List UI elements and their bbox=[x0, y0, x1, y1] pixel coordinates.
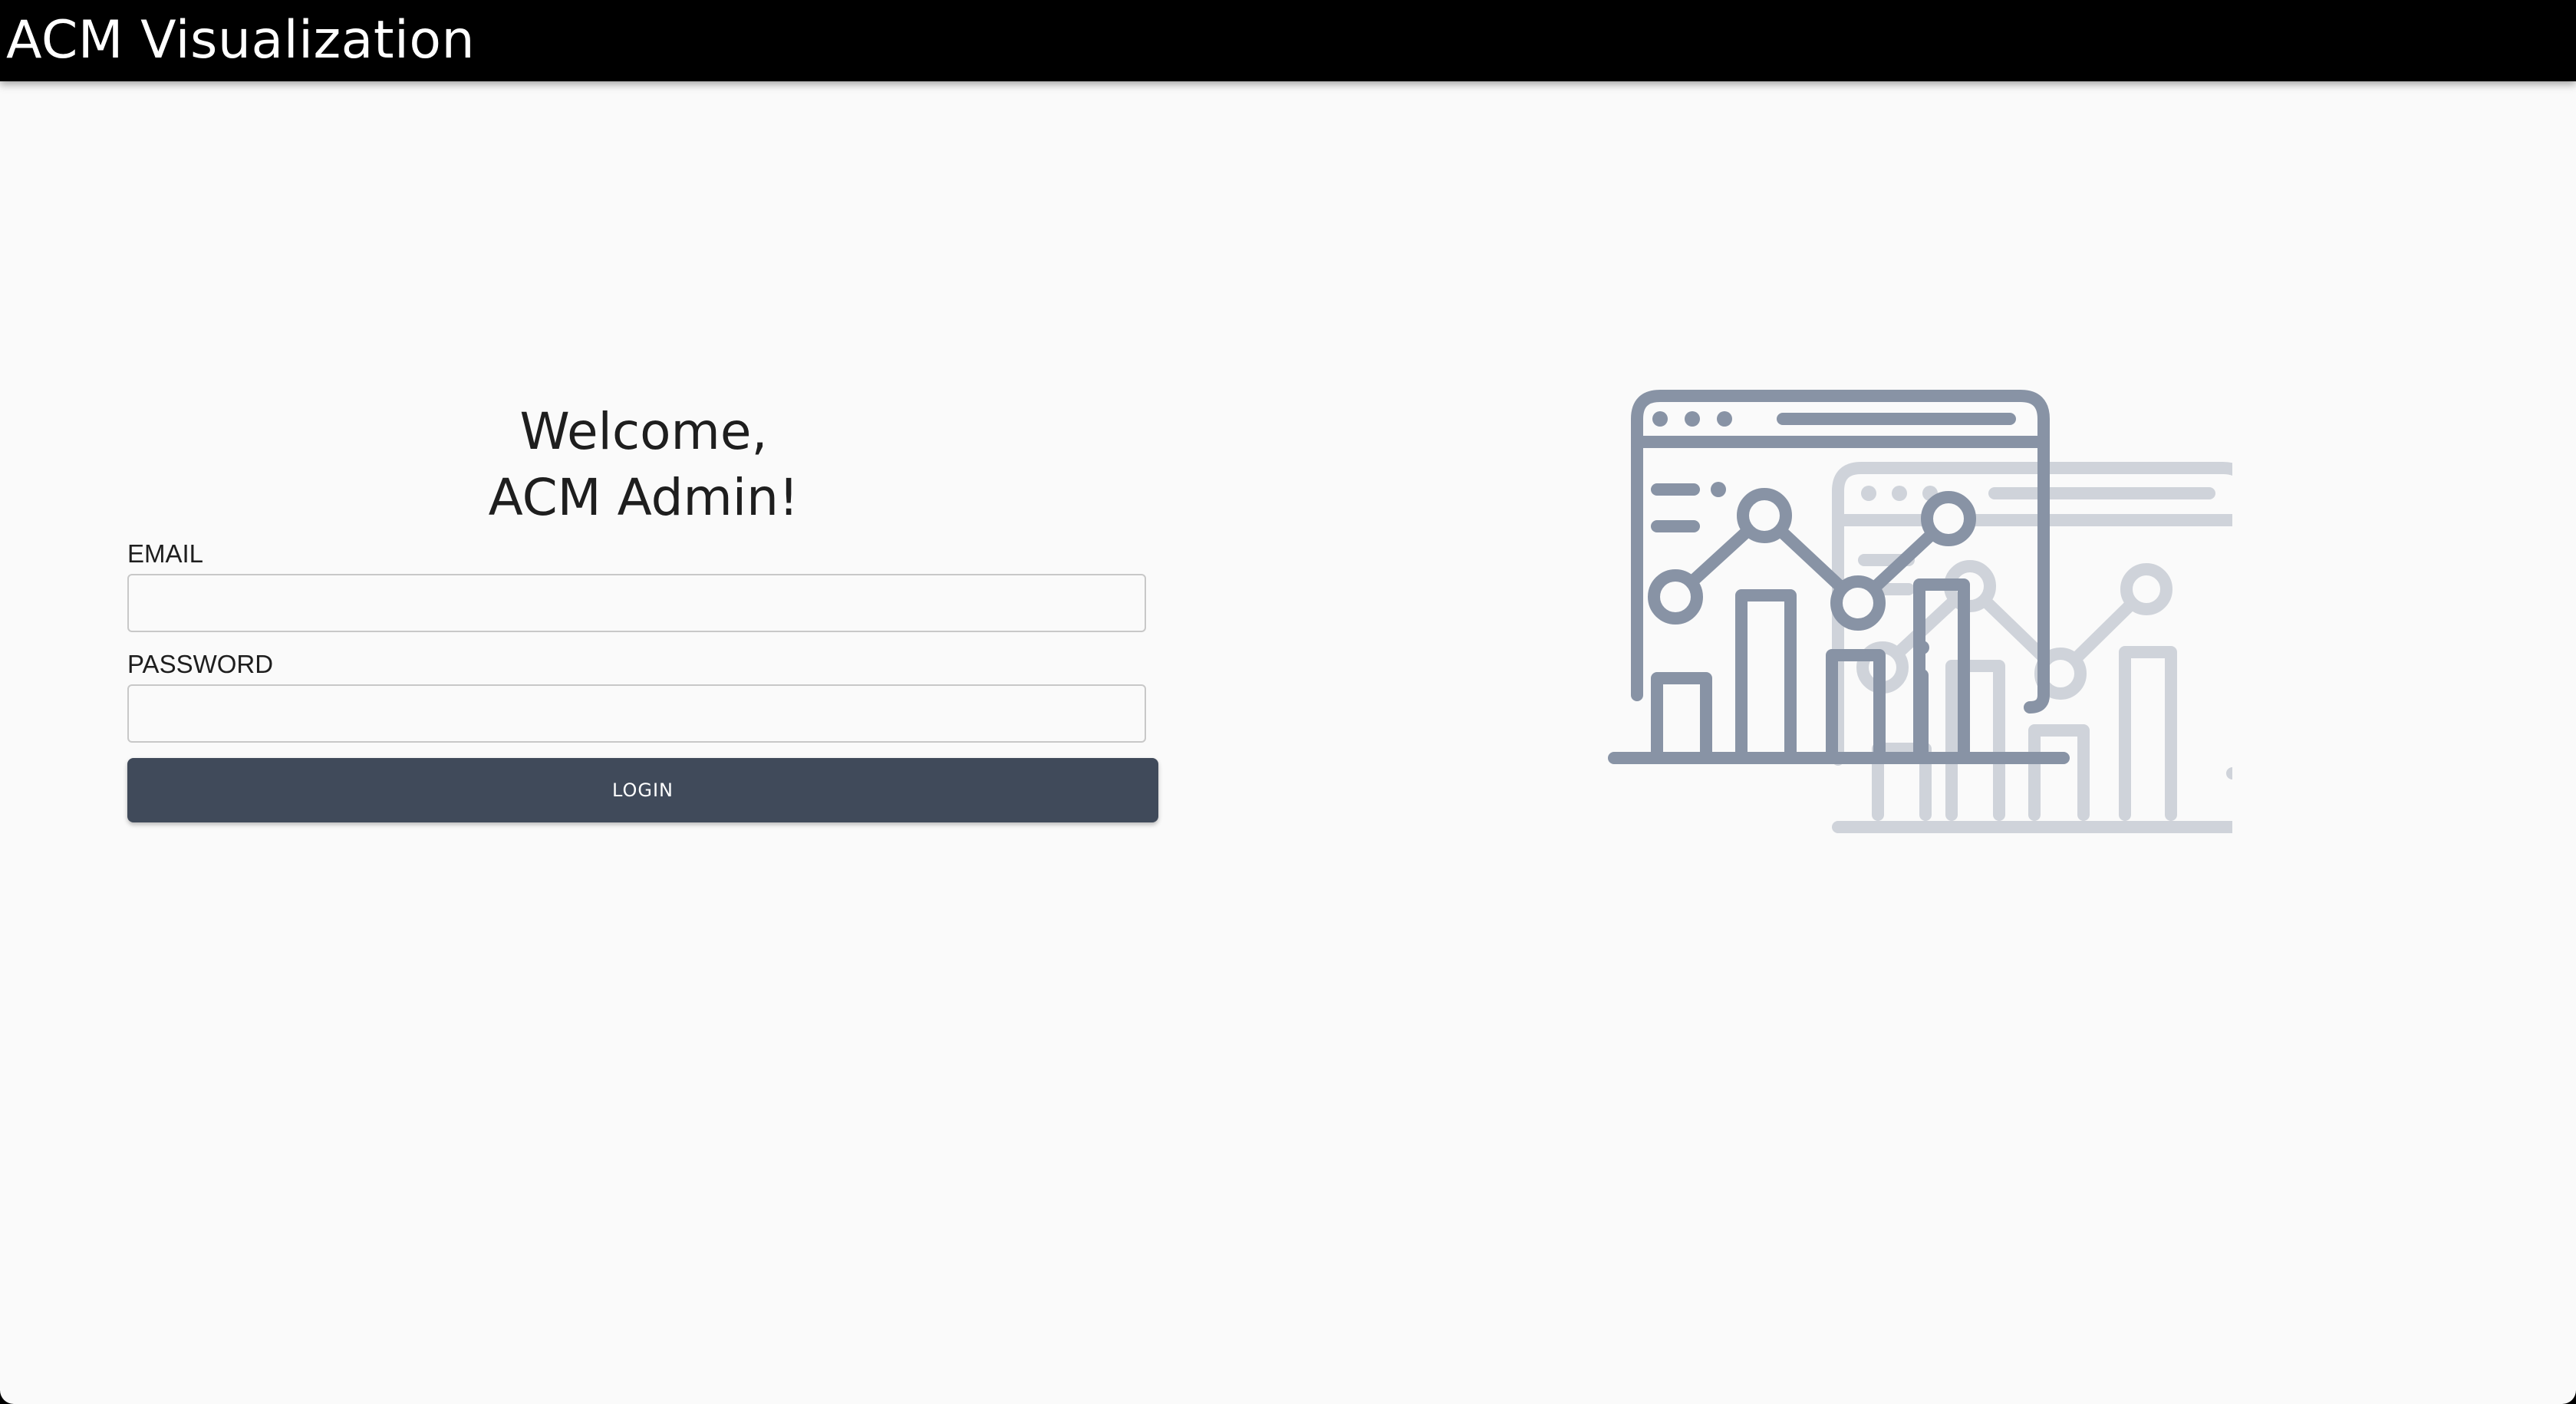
email-label: EMAIL bbox=[127, 539, 204, 568]
app-window: ACM Visualization Welcome, ACM Admin! EM… bbox=[0, 0, 2576, 1404]
welcome-line-1: Welcome, bbox=[519, 402, 768, 461]
login-button[interactable]: LOGIN bbox=[127, 758, 1158, 822]
analytics-dashboard-icon bbox=[1603, 384, 2252, 844]
app-header: ACM Visualization bbox=[0, 0, 2576, 81]
welcome-line-2: ACM Admin! bbox=[488, 468, 799, 527]
back-dashboard-icon bbox=[1832, 462, 2252, 833]
password-field[interactable] bbox=[127, 684, 1146, 743]
welcome-heading: Welcome, ACM Admin! bbox=[127, 399, 1160, 531]
password-label: PASSWORD bbox=[127, 650, 274, 678]
app-title: ACM Visualization bbox=[6, 10, 476, 71]
email-field[interactable] bbox=[127, 574, 1146, 632]
